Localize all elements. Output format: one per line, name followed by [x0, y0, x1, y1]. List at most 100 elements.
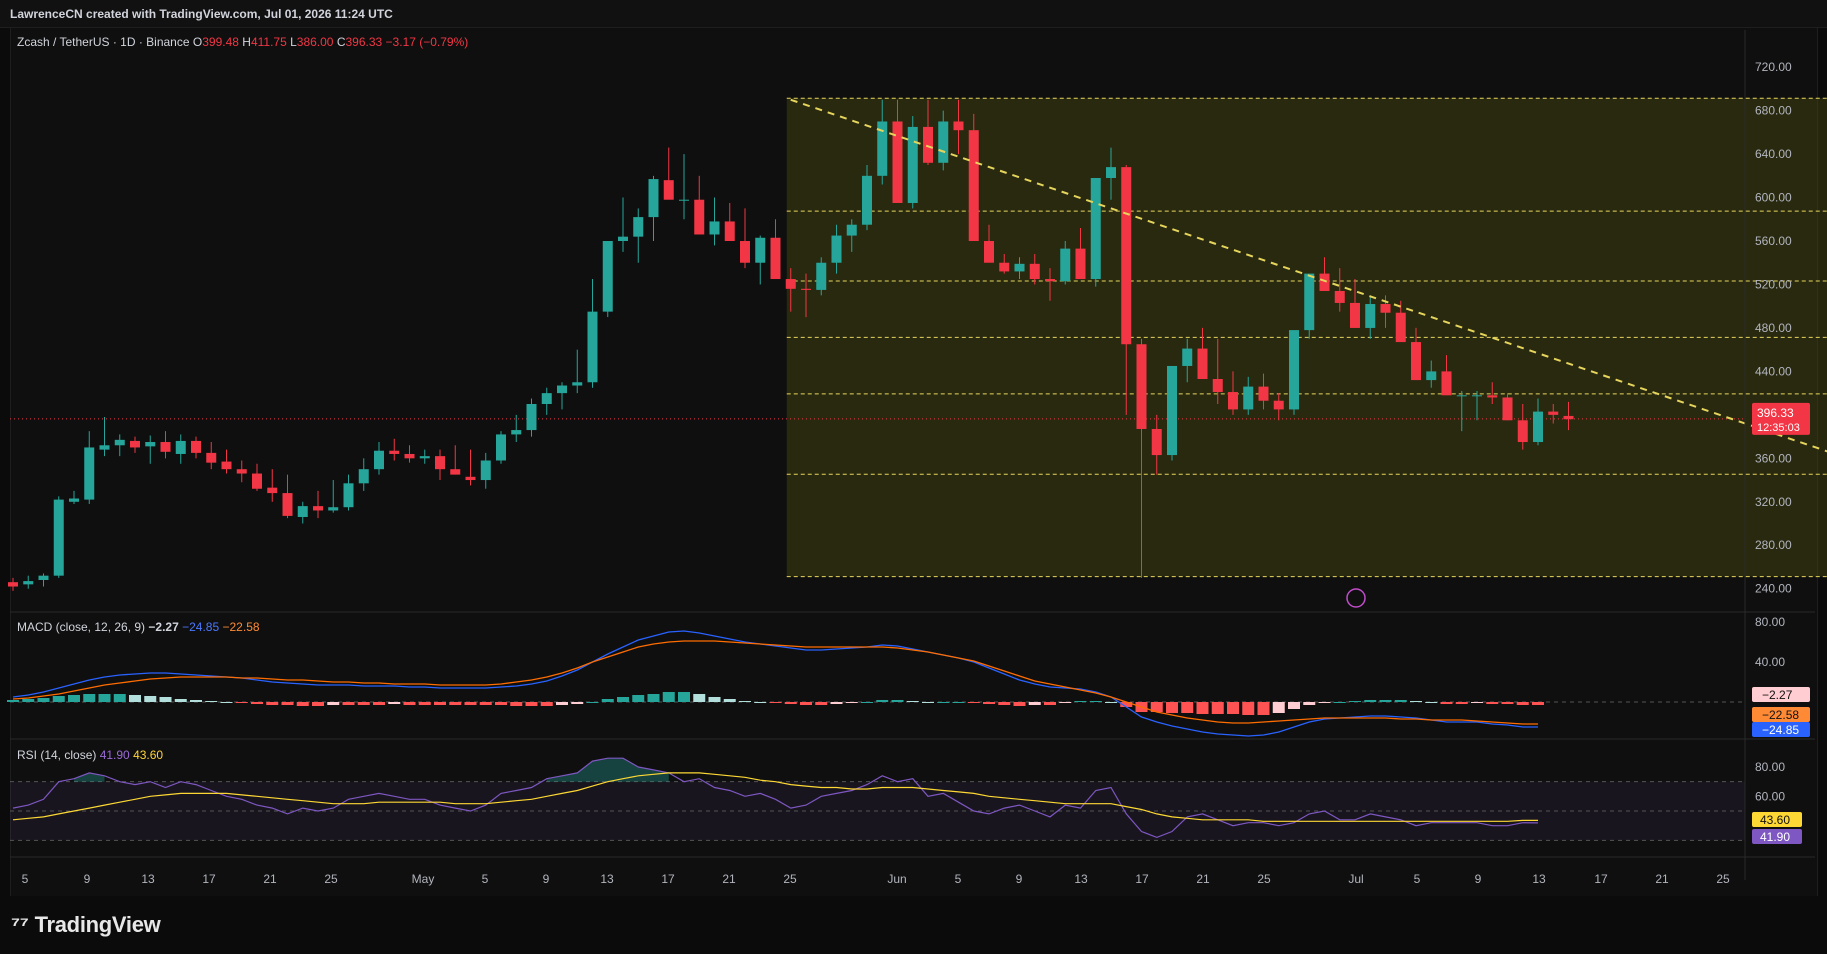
candle — [1289, 330, 1299, 415]
candle-body — [1289, 330, 1299, 410]
candle — [328, 480, 339, 513]
macd-hist-bar — [159, 697, 172, 702]
x-tick-label: 21 — [263, 872, 277, 886]
price-badge-countdown: 12:35:03 — [1757, 422, 1800, 434]
macd-badge-value: −24.85 — [1762, 723, 1799, 737]
macd-hist-bar — [571, 702, 584, 704]
candle-body — [1533, 411, 1543, 443]
macd-hist-bar — [586, 702, 599, 703]
macd-hist-bar — [1211, 702, 1224, 714]
candle-body — [572, 382, 583, 386]
macd-badge-value: −2.27 — [1762, 688, 1793, 702]
price-tick-label: 560.00 — [1755, 234, 1792, 248]
macd-hist-bar — [1486, 702, 1499, 704]
candle — [968, 113, 979, 242]
candle-body — [374, 450, 384, 470]
macd-hist-bar — [784, 702, 797, 704]
x-tick-label: 13 — [1532, 872, 1546, 886]
x-tick-label: 21 — [1655, 872, 1669, 886]
brand-text: TradingView — [34, 912, 161, 937]
macd-hist-bar — [830, 702, 843, 704]
macd-hist-bar — [190, 700, 202, 702]
candle-body — [785, 279, 796, 289]
candle-body — [404, 453, 415, 459]
candle — [480, 452, 491, 489]
candle-body — [999, 262, 1010, 272]
candle — [694, 175, 705, 235]
macd-hist-bar — [1333, 702, 1346, 703]
macd-hist-bar — [1349, 701, 1361, 702]
macd-hist-bar — [1364, 700, 1377, 702]
candle-body — [450, 469, 461, 475]
candle-body — [1029, 263, 1040, 280]
candle — [511, 414, 522, 443]
tradingview-logo[interactable]: ⁷⁷ TradingView — [11, 912, 161, 938]
price-tick-label: 480.00 — [1755, 321, 1792, 335]
macd-hist-bar — [113, 694, 126, 702]
candle — [99, 417, 110, 457]
macd-hist-bar — [251, 702, 263, 704]
x-tick-label: 21 — [1196, 872, 1210, 886]
candle-body — [755, 237, 766, 263]
macd-hist-bar — [1379, 700, 1392, 702]
candle-body — [511, 430, 522, 435]
macd-hist-bar — [662, 692, 675, 702]
x-tick-label: 25 — [783, 872, 797, 886]
macd-hist-bar — [403, 702, 416, 705]
candle-body — [1060, 248, 1071, 282]
candle — [618, 197, 628, 252]
candle-body — [1182, 348, 1193, 366]
macd-hist-bar — [1272, 702, 1285, 713]
candle — [23, 575, 34, 589]
macd-hist-bar — [1532, 702, 1544, 705]
candle-body — [618, 236, 628, 242]
candle-body — [313, 506, 323, 511]
macd-hist-bar — [556, 702, 568, 705]
macd-hist-bar — [449, 702, 462, 705]
candle-body — [206, 452, 217, 463]
candle — [572, 349, 583, 394]
macd-hist-bar — [83, 694, 96, 702]
tradingview-logo-icon: ⁷⁷ — [11, 912, 29, 937]
open-label: O — [192, 35, 203, 49]
x-tick-label: Jul — [1348, 872, 1363, 886]
macd-hist-bar — [220, 702, 233, 703]
candle-body — [1212, 379, 1223, 393]
candle-body — [602, 241, 613, 312]
candle-body — [69, 498, 79, 502]
candle — [252, 463, 262, 491]
macd-legend: MACD (close, 12, 26, 9) −2.27 −24.85 −22… — [17, 620, 260, 634]
candle-body — [130, 440, 140, 448]
candle-body — [1045, 279, 1055, 282]
candle — [206, 442, 217, 470]
macd-hist-bar — [296, 702, 309, 706]
macd-hist-bar — [1105, 702, 1117, 703]
macd-hist-bar — [1044, 702, 1056, 705]
chart-svg[interactable]: 0 (691.37)0.236 (587.47)0.382 (523.20)0.… — [0, 0, 1827, 954]
candle-body — [175, 440, 186, 454]
macd-line-value: −24.85 — [182, 620, 220, 634]
candle-body — [557, 385, 567, 394]
macd-hist-bar — [906, 701, 919, 702]
macd-hist-bar — [861, 702, 873, 703]
candle-body — [831, 235, 842, 263]
macd-hist-bar — [1501, 702, 1514, 704]
candle-body — [984, 241, 994, 263]
rsi-ma-value: 43.60 — [133, 748, 164, 762]
candle-body — [648, 179, 659, 218]
candle-body — [1136, 344, 1147, 429]
x-tick-label: 9 — [543, 872, 550, 886]
macd-hist-bar — [922, 702, 934, 703]
macd-hist-bar — [479, 702, 492, 705]
candle — [770, 219, 781, 280]
candle-body — [1563, 415, 1574, 420]
x-tick-label: 5 — [1414, 872, 1421, 886]
candle-body — [1228, 392, 1238, 410]
candle-body — [709, 221, 720, 235]
candle — [587, 279, 598, 388]
candle — [389, 438, 400, 461]
macd-hist-bar — [739, 701, 751, 702]
macd-hist-bar — [1166, 702, 1178, 713]
candle-body — [252, 473, 262, 489]
candle-body — [694, 199, 705, 235]
